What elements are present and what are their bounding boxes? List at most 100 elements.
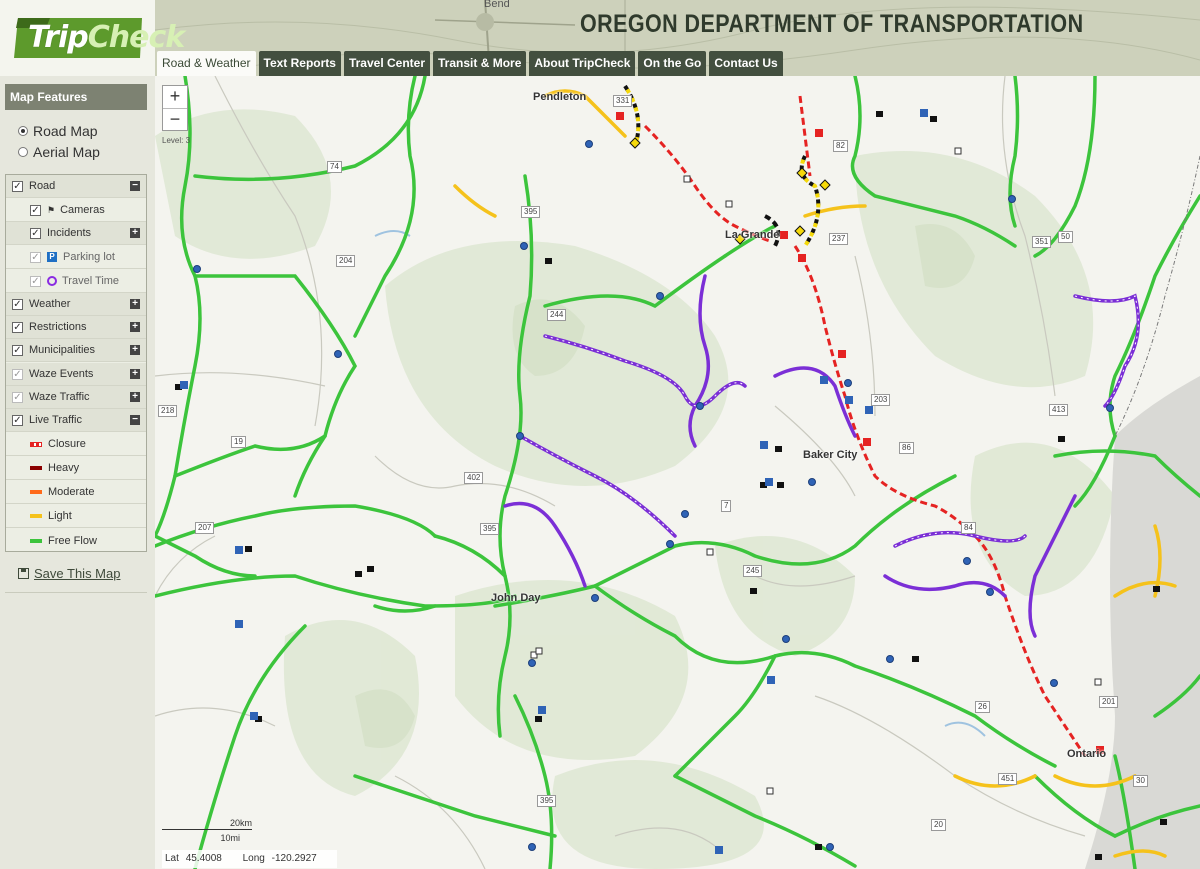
layer-cameras[interactable]: ✓ ⚑ Cameras — [6, 199, 146, 222]
checkbox-checked-icon[interactable]: ✓ — [12, 344, 23, 356]
layer-incidents-label: Incidents — [47, 227, 92, 239]
checkbox-checked-icon[interactable]: ✓ — [12, 180, 23, 192]
layer-travel-time[interactable]: ✓ Travel Time — [6, 270, 146, 293]
heavy-swatch-icon — [30, 466, 42, 470]
highway-shield: 395 — [521, 206, 541, 218]
city-label[interactable]: John Day — [491, 592, 541, 604]
highway-shield: 413 — [1049, 404, 1069, 416]
layer-live-traffic[interactable]: ✓ Live Traffic − — [6, 409, 146, 432]
checkbox-checked-icon[interactable]: ✓ — [30, 251, 41, 263]
road-map-option[interactable]: Road Map — [18, 123, 98, 139]
highway-shield: 84 — [961, 522, 976, 534]
tab-about-tripcheck[interactable]: About TripCheck — [529, 51, 636, 76]
sidebar-divider — [5, 592, 147, 593]
legend-closure: Closure — [6, 433, 146, 456]
legend-free-flow: Free Flow — [6, 529, 146, 552]
light-swatch-icon — [30, 514, 42, 518]
city-label[interactable]: La Grande — [725, 229, 779, 241]
lat-value: 45.4008 — [185, 853, 222, 864]
collapse-icon[interactable]: − — [130, 415, 140, 425]
layer-road-label: Road — [29, 180, 56, 192]
layer-waze-traffic-label: Waze Traffic — [29, 391, 90, 403]
map-features-title: Map Features — [5, 84, 147, 110]
highway-shield: 237 — [829, 233, 849, 245]
feature-layer-list: ✓ Road − ✓ ⚑ Cameras ✓ Incidents + ✓ P P… — [5, 174, 147, 552]
highway-shield: 201 — [1099, 696, 1119, 708]
layer-weather[interactable]: ✓ Weather + — [6, 293, 146, 316]
expand-icon[interactable]: + — [130, 369, 140, 379]
tab-contact-us[interactable]: Contact Us — [709, 51, 783, 76]
layer-waze-events-label: Waze Events — [29, 368, 94, 380]
logo-wordmark: TripCheck — [28, 20, 185, 55]
zoom-level-label: Level: 3 — [162, 136, 191, 145]
highway-shield: 402 — [464, 472, 484, 484]
map-canvas[interactable]: + − Level: 3 Pendleton La Grande Baker C… — [155, 76, 1200, 869]
tab-text-reports[interactable]: Text Reports — [258, 51, 341, 76]
tripcheck-logo[interactable]: TripCheck — [0, 0, 185, 76]
layer-road[interactable]: ✓ Road − — [6, 175, 146, 198]
main-nav-tabs: Road & Weather Text Reports Travel Cente… — [157, 51, 783, 76]
highway-shield: 204 — [336, 255, 356, 267]
zoom-out-button[interactable]: − — [163, 108, 187, 130]
road-map-label: Road Map — [33, 123, 98, 139]
expand-icon[interactable]: + — [130, 392, 140, 402]
highway-shield: 74 — [327, 161, 342, 173]
checkbox-checked-icon[interactable]: ✓ — [30, 204, 41, 216]
checkbox-checked-icon[interactable]: ✓ — [12, 414, 23, 426]
save-map-label: Save This Map — [34, 566, 121, 581]
layer-live-traffic-label: Live Traffic — [29, 414, 82, 426]
tab-on-the-go[interactable]: On the Go — [638, 51, 707, 76]
highway-shield: 20 — [931, 819, 946, 831]
free-flow-swatch-icon — [30, 538, 42, 543]
map-scale: 20km 10mi — [162, 816, 252, 846]
city-label[interactable]: Ontario — [1067, 748, 1106, 760]
site-header: Bend TripCheck OREGON DEPARTMENT OF TRAN… — [0, 0, 1200, 76]
tab-road-weather[interactable]: Road & Weather — [157, 51, 256, 76]
legend-heavy: Heavy — [6, 457, 146, 480]
scale-mi-label: 10mi — [220, 833, 240, 843]
city-label[interactable]: Pendleton — [533, 91, 586, 103]
layer-waze-events[interactable]: ✓ Waze Events + — [6, 363, 146, 386]
radio-unchecked-icon — [18, 147, 28, 157]
expand-icon[interactable]: + — [130, 228, 140, 238]
zoom-in-button[interactable]: + — [163, 86, 187, 108]
highway-shield: 7 — [721, 500, 732, 512]
highway-shield: 395 — [480, 523, 500, 535]
legend-moderate-label: Moderate — [48, 486, 95, 498]
legend-closure-label: Closure — [48, 438, 86, 450]
layer-incidents[interactable]: ✓ Incidents + — [6, 222, 146, 245]
parking-icon: P — [47, 252, 57, 262]
expand-icon[interactable]: + — [130, 322, 140, 332]
map-base-layer — [155, 76, 1200, 869]
long-label: Long — [242, 853, 265, 864]
highway-shield: 30 — [1133, 775, 1148, 787]
scale-bar — [162, 829, 252, 830]
tab-travel-center[interactable]: Travel Center — [343, 51, 431, 76]
legend-light: Light — [6, 505, 146, 528]
checkbox-checked-icon[interactable]: ✓ — [30, 227, 41, 239]
map-features-sidebar: Map Features Road Map Aerial Map ✓ Road … — [0, 76, 155, 869]
layer-municipalities[interactable]: ✓ Municipalities + — [6, 339, 146, 362]
collapse-icon[interactable]: − — [130, 181, 140, 191]
layer-waze-traffic[interactable]: ✓ Waze Traffic + — [6, 386, 146, 409]
checkbox-checked-icon[interactable]: ✓ — [12, 298, 23, 310]
legend-moderate: Moderate — [6, 481, 146, 504]
checkbox-checked-icon[interactable]: ✓ — [12, 321, 23, 333]
checkbox-checked-icon[interactable]: ✓ — [12, 391, 23, 403]
layer-restrictions-label: Restrictions — [29, 321, 87, 333]
checkbox-checked-icon[interactable]: ✓ — [30, 275, 41, 287]
header-bg-city-label: Bend — [484, 0, 510, 10]
expand-icon[interactable]: + — [130, 345, 140, 355]
expand-icon[interactable]: + — [130, 299, 140, 309]
highway-shield: 50 — [1058, 231, 1073, 243]
tab-transit-more[interactable]: Transit & More — [433, 51, 527, 76]
layer-restrictions[interactable]: ✓ Restrictions + — [6, 316, 146, 339]
aerial-map-option[interactable]: Aerial Map — [18, 144, 100, 160]
layer-parking-lot[interactable]: ✓ P Parking lot — [6, 246, 146, 269]
logo-check-text: Check — [87, 20, 185, 55]
checkbox-checked-icon[interactable]: ✓ — [12, 368, 23, 380]
city-label[interactable]: Baker City — [803, 449, 857, 461]
long-value: -120.2927 — [271, 853, 317, 864]
save-map-link[interactable]: Save This Map — [18, 566, 120, 581]
highway-shield: 244 — [547, 309, 567, 321]
